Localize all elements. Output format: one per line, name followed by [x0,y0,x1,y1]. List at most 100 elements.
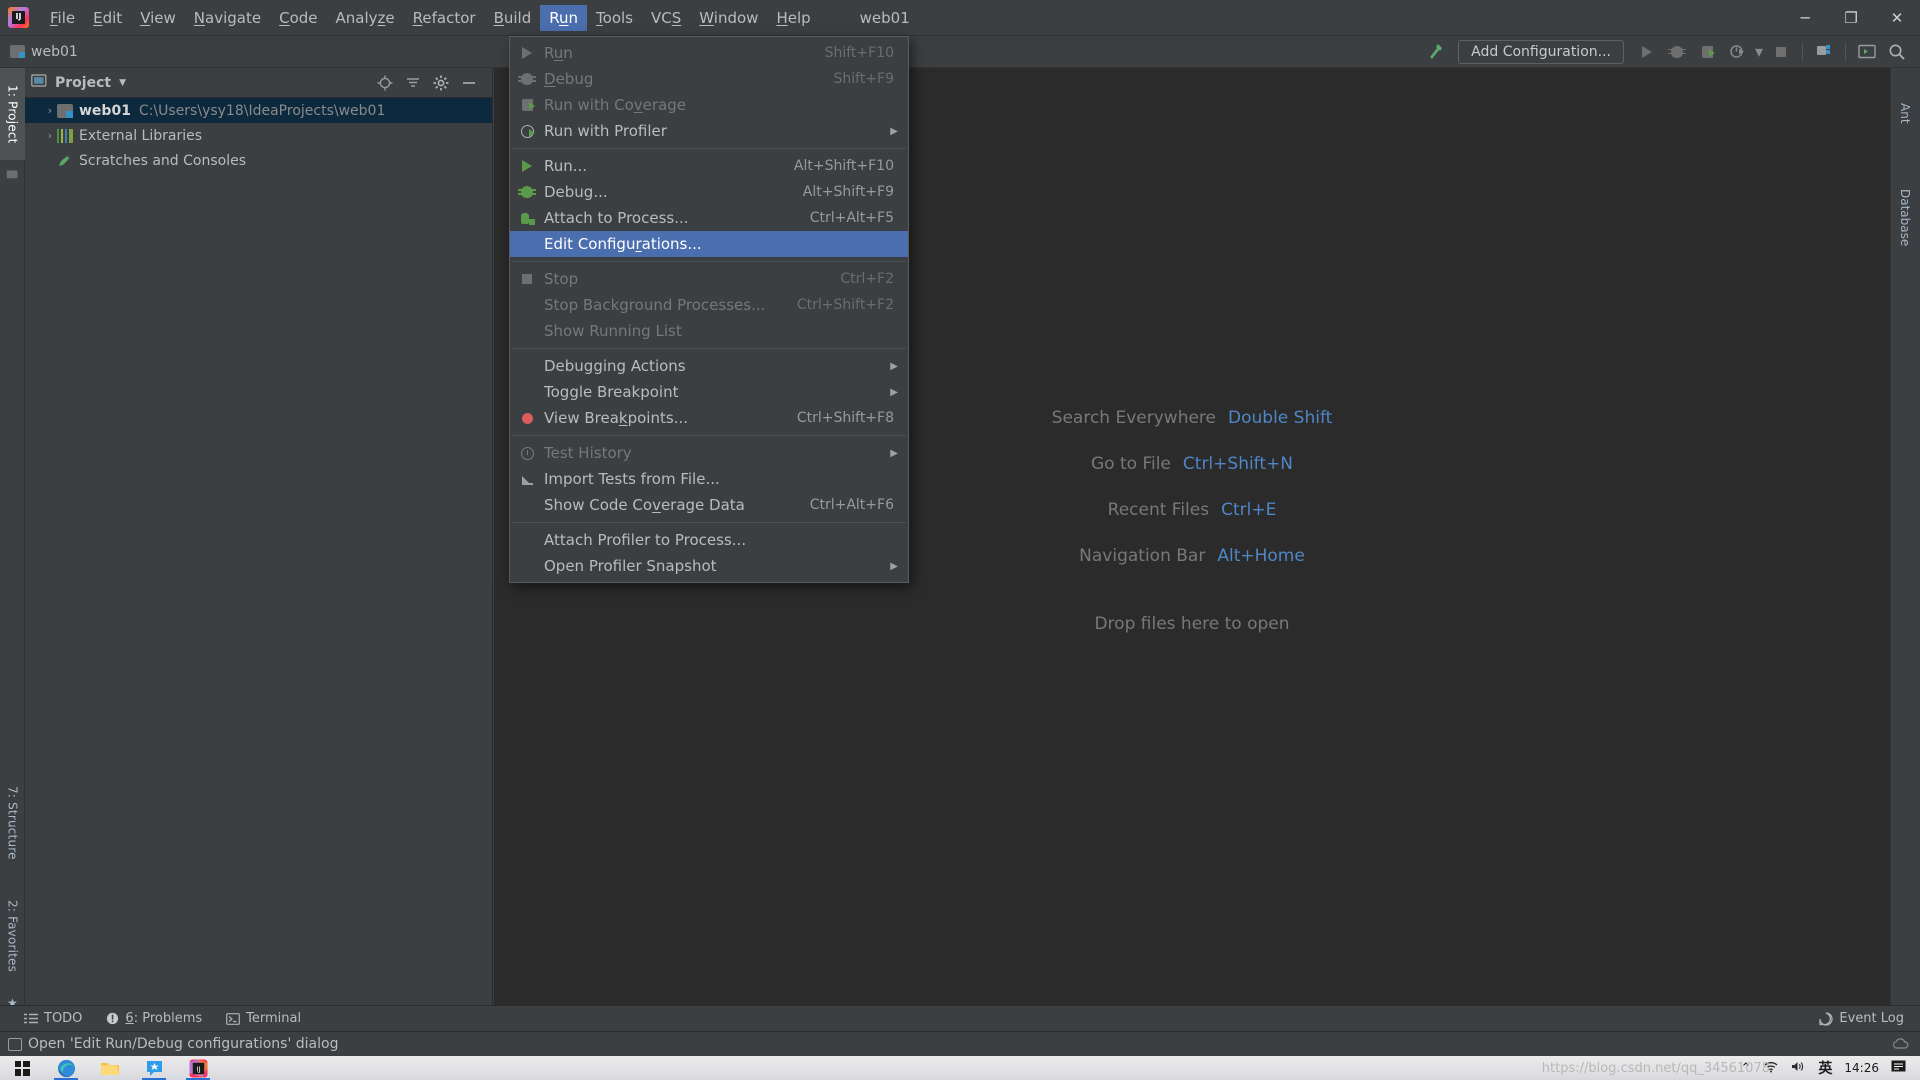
intellij-idea-icon[interactable]: IJ [176,1056,220,1080]
menu-item-stop[interactable]: Stop Ctrl+F2 [510,266,908,292]
stop-icon [516,270,538,288]
menu-item-attach-to-process[interactable]: Attach to Process... Ctrl+Alt+F5 [510,205,908,231]
menu-navigate[interactable]: Navigate [185,5,270,31]
menu-item-show-running-list[interactable]: Show Running List [510,318,908,344]
sidebar-item-favorites[interactable]: 2: Favorites [0,880,25,992]
menu-window[interactable]: Window [690,5,767,31]
chevron-down-icon[interactable]: ▼ [119,78,126,88]
close-button[interactable]: ✕ [1874,0,1920,36]
menu-item-run-with-profiler[interactable]: Run with Profiler ▶ [510,118,908,144]
run-coverage-icon[interactable] [1692,39,1722,65]
menu-run[interactable]: Run [540,4,588,31]
gear-icon[interactable] [432,74,450,92]
add-configuration-button[interactable]: Add Configuration... [1458,39,1624,64]
ime-indicator[interactable]: 英 [1818,1058,1832,1078]
profiler-dropdown-icon[interactable]: ▾ [1752,39,1766,65]
project-panel-title: Project [55,74,112,91]
bottom-item-terminal[interactable]: Terminal [226,1011,301,1026]
menu-item-run-dialog[interactable]: Run... Alt+Shift+F10 [510,153,908,179]
no-icon [516,322,538,340]
file-explorer-icon[interactable] [88,1056,132,1080]
profiler-icon[interactable] [1722,39,1752,65]
maximize-button[interactable]: ❐ [1828,0,1874,36]
menu-item-shortcut: Ctrl+Shift+F2 [796,297,894,313]
menu-refactor[interactable]: Refactor [404,5,485,31]
menu-item-import-tests-from-file[interactable]: Import Tests from File... [510,466,908,492]
menu-item-open-profiler-snapshot[interactable]: Open Profiler Snapshot ▶ [510,553,908,579]
windows-start-icon[interactable] [0,1056,44,1080]
table-row[interactable]: › web01 C:\Users\ysy18\IdeaProjects\web0… [25,98,492,123]
terminal-icon[interactable] [1852,39,1882,65]
speaker-icon[interactable] [1791,1060,1806,1076]
menu-file[interactable]: File [41,5,84,31]
menu-item-label: Run [544,44,573,62]
table-row[interactable]: › External Libraries [25,123,492,148]
terminal-icon [226,1012,241,1025]
run-icon[interactable] [1632,39,1662,65]
bottom-item-problems[interactable]: 6: Problems [106,1011,202,1026]
menu-item-shortcut: Ctrl+Alt+F5 [809,210,894,226]
bottom-item-todo[interactable]: TODO [24,1011,82,1026]
build-hammer-icon[interactable] [1420,39,1450,65]
no-icon [516,235,538,253]
no-icon [516,357,538,375]
breakpoint-icon [516,409,538,427]
menu-item-run-with-coverage[interactable]: Run with Coverage [510,92,908,118]
menu-item-view-breakpoints[interactable]: View Breakpoints... Ctrl+Shift+F8 [510,405,908,431]
run-menu-dropdown: Run Shift+F10 Debug Shift+F9 Run with Co… [509,36,909,583]
menu-item-show-code-coverage-data[interactable]: Show Code Coverage Data Ctrl+Alt+F6 [510,492,908,518]
menu-item-stop-background-processes[interactable]: Stop Background Processes... Ctrl+Shift+… [510,292,908,318]
menu-analyze[interactable]: Analyze [327,5,404,31]
chevron-right-icon[interactable]: › [43,129,57,142]
sidebar-item-structure[interactable]: 7: Structure [0,768,25,878]
menu-help[interactable]: Help [767,5,819,31]
menu-item-debug[interactable]: Debug Shift+F9 [510,66,908,92]
event-log-button[interactable]: Event Log [1819,1011,1904,1026]
no-icon [516,531,538,549]
stop-icon[interactable] [1766,39,1796,65]
project-structure-icon[interactable] [1809,39,1839,65]
menu-separator [512,148,906,149]
menu-build[interactable]: Build [485,5,541,31]
debug-icon[interactable] [1662,39,1692,65]
menu-item-label: Attach Profiler to Process... [544,531,747,549]
tip-row-navigation-bar: Navigation Bar Alt+Home [1079,546,1305,566]
sidebar-item-database[interactable]: Database [1890,158,1920,278]
menu-item-attach-profiler-to-process[interactable]: Attach Profiler to Process... [510,527,908,553]
menu-vcs[interactable]: VCS [642,5,690,31]
menu-view[interactable]: View [131,5,185,31]
tree-node-path: C:\Users\ysy18\IdeaProjects\web01 [138,102,386,119]
coverage-icon [516,96,538,114]
hide-panel-icon[interactable] [460,74,478,92]
menu-item-test-history[interactable]: Test History ▶ [510,440,908,466]
todo-icon [24,1013,38,1023]
menu-edit[interactable]: Edit [84,5,131,31]
left-tool-strip: 1: Project 7: Structure 2: Favorites ★ [0,68,25,1010]
table-row[interactable]: Scratches and Consoles [25,148,492,173]
sidebar-item-ant[interactable]: Ant [1890,78,1920,148]
sidebar-item-project-label: 1: Project [5,84,20,144]
collapse-all-icon[interactable] [404,74,422,92]
sidebar-item-project[interactable]: 1: Project [0,68,25,160]
menu-item-edit-configurations[interactable]: Edit Configurations... [510,231,908,257]
menu-item-debugging-actions[interactable]: Debugging Actions ▶ [510,353,908,379]
menu-item-shortcut: Alt+Shift+F10 [793,158,894,174]
menu-tools[interactable]: Tools [587,5,642,31]
menu-item-toggle-breakpoint[interactable]: Toggle Breakpoint ▶ [510,379,908,405]
clock-time[interactable]: 14:26 [1844,1061,1879,1075]
minimize-button[interactable]: ─ [1782,0,1828,36]
chevron-right-icon[interactable]: › [43,104,57,117]
menu-item-shortcut: Shift+F9 [833,71,894,87]
wechat-icon[interactable] [132,1056,176,1080]
status-bar-right [1892,1037,1910,1051]
notification-icon[interactable] [1891,1060,1906,1076]
menu-separator [512,348,906,349]
tip-shortcut: Alt+Home [1217,546,1305,566]
menu-item-run[interactable]: Run Shift+F10 [510,40,908,66]
menu-code[interactable]: Code [270,5,326,31]
menu-item-debug-dialog[interactable]: Debug... Alt+Shift+F9 [510,179,908,205]
search-everywhere-icon[interactable] [1882,39,1912,65]
edge-icon[interactable] [44,1056,88,1080]
no-icon [516,557,538,575]
locate-target-icon[interactable] [376,74,394,92]
